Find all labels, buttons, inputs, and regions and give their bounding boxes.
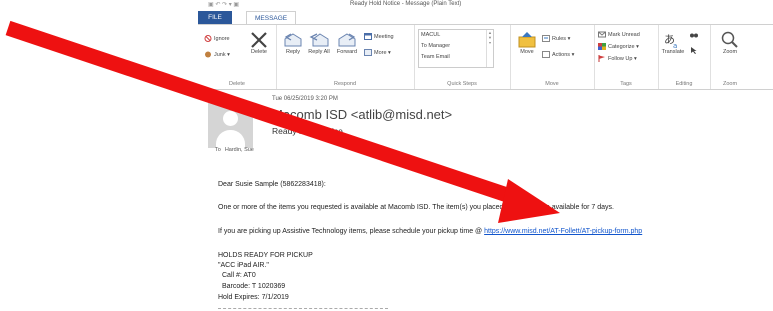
reply-icon — [283, 31, 303, 49]
recipient-line: To Hardin, Sue — [215, 147, 254, 153]
quick-steps-group: MACUL To Manager Team Email ▲ ▼ ▾ Quick St… — [414, 25, 511, 89]
quick-step-item[interactable]: MACUL — [419, 30, 493, 41]
meeting-button[interactable]: Meeting — [364, 33, 394, 40]
reply-all-button[interactable]: Reply All — [306, 31, 332, 55]
sender-avatar — [208, 103, 253, 148]
magnifier-icon — [720, 31, 740, 49]
item-call-number: Call #: AT0 — [222, 272, 256, 279]
reply-all-icon — [309, 31, 329, 49]
quick-steps-group-label: Quick Steps — [447, 81, 477, 87]
forward-icon — [337, 31, 357, 49]
translate-button[interactable]: あa Translate — [660, 31, 686, 55]
holds-header: HOLDS READY FOR PICKUP — [218, 252, 313, 259]
more-respond-button[interactable]: More ▾ — [364, 49, 391, 56]
rules-button[interactable]: Rules ▾ — [542, 35, 570, 42]
move-group: Move Rules ▾ Actions ▾ Move — [510, 25, 595, 89]
delete-group: Ignore Junk ▾ Delete Delete — [198, 25, 277, 89]
body-line-pickup: If you are picking up Assistive Technolo… — [218, 228, 643, 235]
title-bar: ▣ ↶ ↷ ▾ ▣ Ready Hold Notice - Message (P… — [0, 0, 773, 10]
tab-message[interactable]: MESSAGE — [246, 11, 297, 25]
select-icon — [690, 47, 698, 54]
zoom-button[interactable]: Zoom — [717, 31, 743, 55]
categorize-button[interactable]: Categorize ▾ — [598, 43, 639, 50]
body-line-availability: One or more of the items you requested i… — [218, 204, 614, 211]
ribbon-tabs: FILE MESSAGE — [198, 10, 773, 25]
quick-step-item[interactable]: Team Email — [419, 52, 493, 63]
actions-icon — [542, 51, 550, 58]
tab-file[interactable]: FILE — [198, 11, 232, 24]
quick-steps-gallery: MACUL To Manager Team Email ▲ ▼ ▾ — [418, 29, 494, 68]
respond-group: Reply Reply All Forward Meeting More ▾ R… — [276, 25, 415, 89]
select-button[interactable] — [690, 47, 700, 54]
rules-icon — [542, 35, 550, 42]
ignore-icon — [204, 35, 212, 42]
actions-button[interactable]: Actions ▾ — [542, 51, 574, 58]
junk-icon — [204, 51, 212, 58]
categorize-icon — [598, 43, 606, 50]
editing-group: あa Translate Editing — [658, 25, 711, 89]
svg-text:a: a — [673, 42, 677, 49]
window-title: Ready Hold Notice - Message (Plain Text) — [350, 1, 462, 7]
hold-expires: Hold Expires: 7/1/2019 — [218, 294, 289, 301]
tags-group-label: Tags — [620, 81, 632, 87]
item-title: "ACC iPad AIR." — [218, 262, 269, 269]
envelope-icon — [598, 31, 606, 38]
move-folder-icon — [517, 31, 537, 49]
pickup-form-link[interactable]: https://www.misd.net/AT-Follett/AT-picku… — [484, 228, 642, 235]
ribbon: Ignore Junk ▾ Delete Delete Reply Reply … — [198, 24, 773, 90]
translate-icon: あa — [663, 31, 683, 50]
recipient[interactable]: Hardin, Sue — [225, 147, 254, 153]
flag-icon — [598, 55, 606, 62]
delete-group-label: Delete — [229, 81, 245, 87]
divider — [218, 308, 388, 309]
mark-unread-button[interactable]: Mark Unread — [598, 31, 640, 38]
tags-group: Mark Unread Categorize ▾ Follow Up ▾ Tag… — [594, 25, 659, 89]
binoculars-icon — [690, 31, 698, 38]
quick-steps-scroll[interactable]: ▲ ▼ ▾ — [486, 30, 493, 67]
move-button[interactable]: Move — [514, 31, 540, 55]
greeting: Dear Susie Sample (5862283418): — [218, 181, 326, 188]
delete-button[interactable]: Delete — [246, 31, 272, 55]
to-label: To — [215, 147, 221, 153]
move-group-label: Move — [545, 81, 559, 87]
respond-group-label: Respond — [333, 81, 357, 87]
message-sender[interactable]: Macomb ISD <atlib@misd.net> — [272, 107, 452, 122]
item-barcode: Barcode: T 1020369 — [222, 283, 286, 290]
junk-button[interactable]: Junk ▾ — [204, 51, 230, 58]
quick-step-item[interactable]: To Manager — [419, 41, 493, 52]
zoom-group-label: Zoom — [722, 81, 738, 87]
forward-button[interactable]: Forward — [334, 31, 360, 55]
quick-access-toolbar[interactable]: ▣ ↶ ↷ ▾ ▣ — [208, 1, 239, 8]
calendar-icon — [364, 33, 372, 40]
follow-up-button[interactable]: Follow Up ▾ — [598, 55, 637, 62]
message-subject: Ready Hold Notice — [272, 126, 343, 136]
delete-icon — [249, 31, 269, 49]
find-button[interactable] — [690, 31, 700, 38]
zoom-group: Zoom Zoom — [710, 25, 750, 89]
reply-button[interactable]: Reply — [280, 31, 306, 55]
editing-group-label: Editing — [675, 81, 693, 87]
more-icon — [364, 49, 372, 56]
message-date: Tue 06/25/2019 3:20 PM — [272, 96, 338, 102]
ignore-button[interactable]: Ignore — [204, 35, 230, 42]
